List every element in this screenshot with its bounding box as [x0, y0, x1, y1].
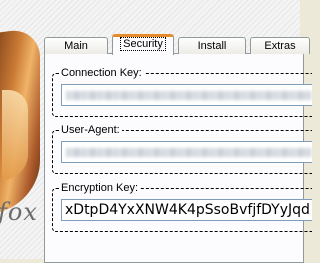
tab-extras-label: Extras	[264, 40, 296, 52]
tab-security-label: Security	[120, 37, 166, 51]
user-agent-field[interactable]	[61, 141, 312, 163]
connection-key-label: Connection Key:	[59, 66, 144, 80]
tab-install[interactable]: Install	[178, 37, 246, 54]
logo-text: fox	[0, 198, 38, 226]
tab-main[interactable]: Main	[44, 37, 108, 54]
tab-extras[interactable]: Extras	[250, 37, 310, 54]
tab-bar: Main Security Install Extras	[44, 34, 310, 55]
user-agent-group: User-Agent:	[52, 123, 312, 174]
tab-security[interactable]: Security	[112, 34, 174, 55]
connection-key-value-redacted	[66, 91, 312, 100]
encryption-key-value: xDtpD4YxXNW4K4pSsoBvfjfDYyJqd	[65, 202, 310, 218]
logo-wing-highlight	[2, 90, 28, 180]
user-agent-label: User-Agent:	[59, 123, 122, 137]
connection-key-group: Connection Key:	[52, 66, 312, 117]
app-logo: fox	[0, 0, 46, 259]
encryption-key-field[interactable]: xDtpD4YxXNW4K4pSsoBvfjfDYyJqd	[61, 199, 312, 221]
user-agent-value-redacted	[66, 148, 312, 157]
tab-main-label: Main	[64, 40, 88, 52]
encryption-key-group: Encryption Key: xDtpD4YxXNW4K4pSsoBvfjfD…	[52, 181, 312, 232]
encryption-key-label: Encryption Key:	[59, 181, 141, 195]
tab-install-label: Install	[197, 40, 227, 52]
connection-key-field[interactable]	[61, 84, 312, 106]
